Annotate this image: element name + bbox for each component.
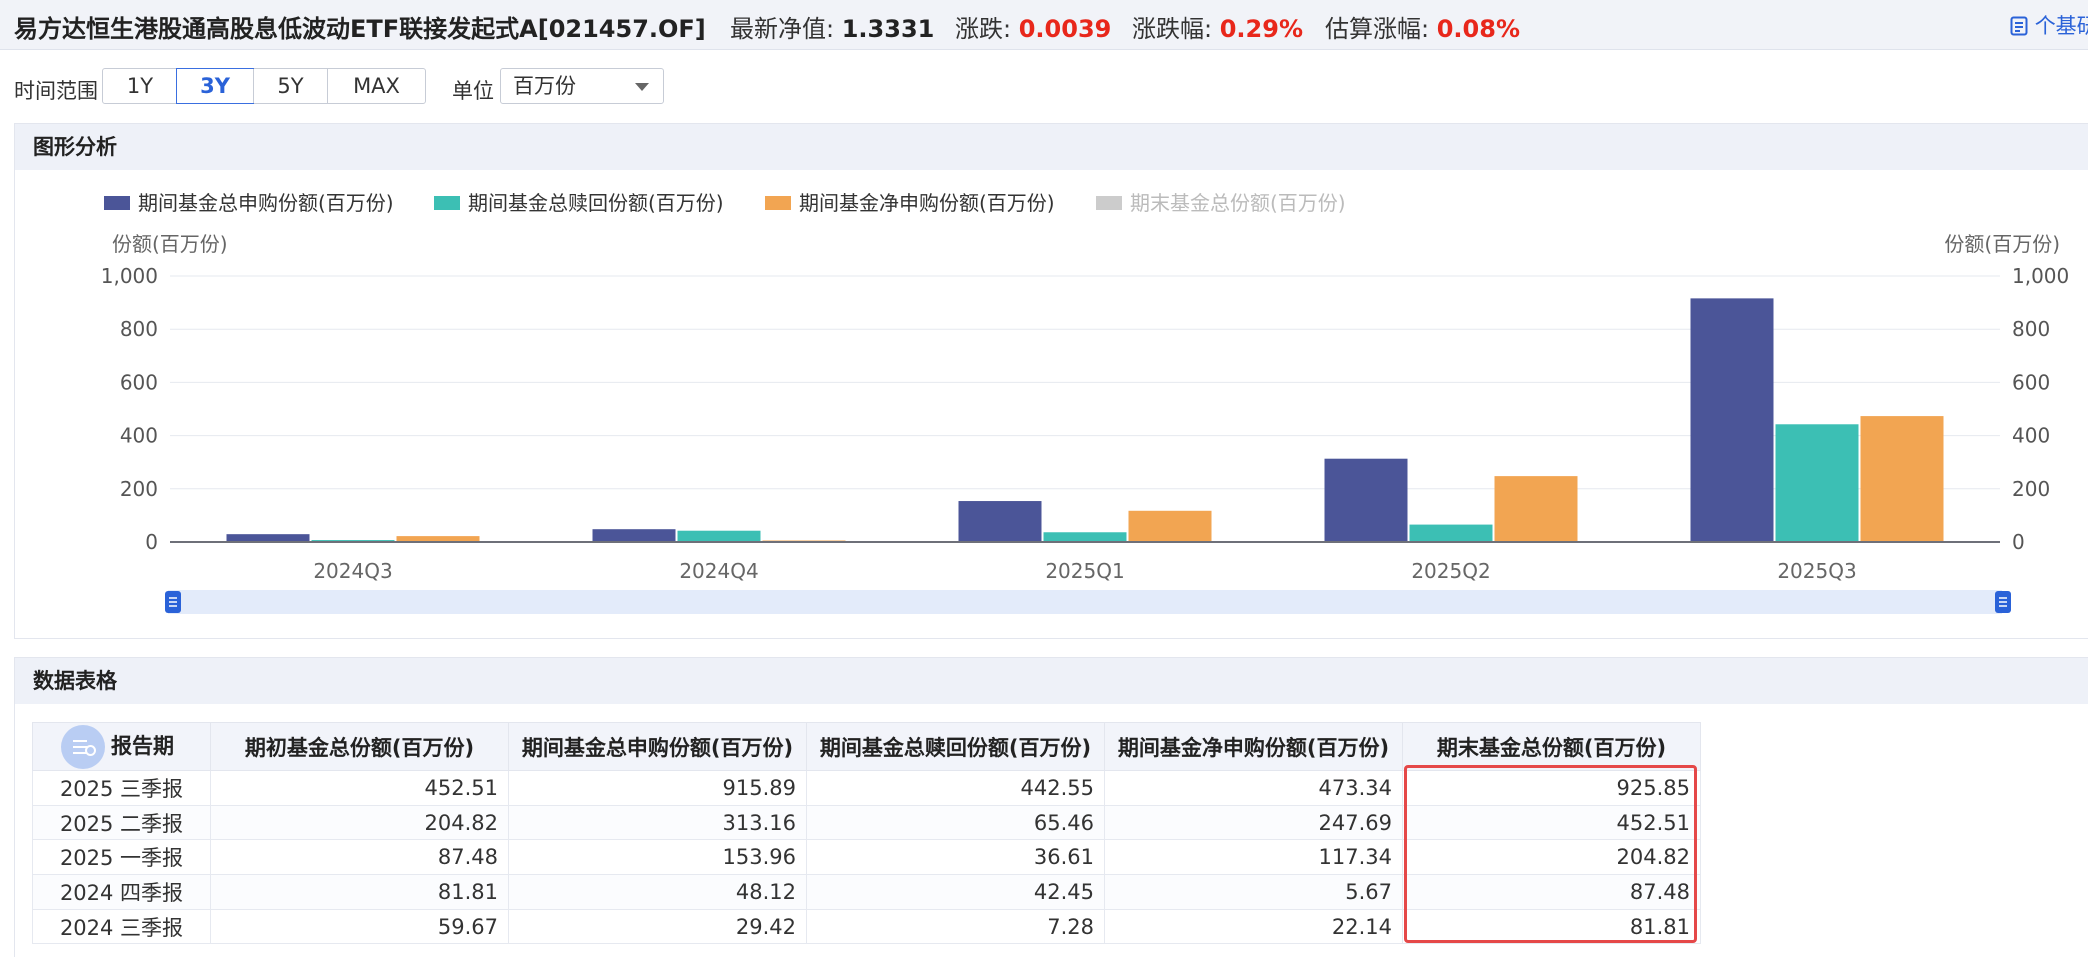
zoom-slider-track[interactable] [168,590,2002,614]
table-cell: 81.81 [210,874,509,910]
table-header-period: 报告期 [32,722,211,771]
bar [1690,298,1774,542]
table-header-end: 期末基金总份额(百万份) [1402,722,1701,771]
bar [1128,510,1212,542]
table-cell: 452.51 [1402,804,1701,841]
table-cell: 48.12 [508,874,807,910]
y-tick-label-left: 800 [120,317,158,341]
table-header-net: 期间基金净申购份额(百万份) [1104,722,1403,771]
table-cell: 81.81 [1402,908,1701,945]
table-cell: 2025 三季报 [32,770,211,806]
table-cell: 2024 三季报 [32,908,211,945]
table-cell: 29.42 [508,908,807,945]
y-axis-label-right: 份额(百万份) [1944,232,2060,256]
table-cell: 5.67 [1104,874,1403,910]
y-tick-label-left: 1,000 [101,264,158,288]
y-tick-label-left: 0 [145,530,158,554]
chart-bars [226,298,1944,542]
table-cell: 915.89 [508,770,807,806]
table-cell: 36.61 [806,839,1105,876]
bar [226,534,310,542]
bar [1043,532,1127,542]
legend-item[interactable]: 期间基金总申购份额(百万份) [104,191,394,215]
legend-label: 期末基金总份额(百万份) [1130,191,1346,215]
table-cell: 7.28 [806,908,1105,945]
bar [592,529,676,542]
table-filter-icon[interactable] [61,724,105,769]
table-row: 2025 一季报 87.48 153.96 36.61 117.34 204.8… [32,839,1701,876]
x-axis: 2024Q3 2024Q4 2025Q1 2025Q2 2025Q3 [313,559,1856,583]
y-tick-label-right: 0 [2012,530,2025,554]
chart-legend: 期间基金总申购份额(百万份) 期间基金总赎回份额(百万份) 期间基金净申购份额(百万… [104,191,1346,215]
legend-item[interactable]: 期末基金总份额(百万份) [1096,191,1346,215]
table-row: 2025 二季报 204.82 313.16 65.46 247.69 452.… [32,804,1701,841]
table-row: 2025 三季报 452.51 915.89 442.55 473.34 925… [32,770,1701,806]
table-cell: 313.16 [508,804,807,841]
y-tick-label-left: 400 [120,424,158,448]
table-cell: 2025 一季报 [32,839,211,876]
table-panel-title: 数据表格 [15,658,2088,704]
table-header-label: 报告期 [111,733,174,758]
table-cell: 65.46 [806,804,1105,841]
table-header-subscribe: 期间基金总申购份额(百万份) [508,722,807,771]
x-tick-label: 2025Q2 [1411,559,1490,583]
table-cell: 59.67 [210,908,509,945]
table-header-row: 报告期 期初基金总份额(百万份) 期间基金总申购份额(百万份) 期间基金总赎回份… [32,722,1701,771]
table-cell: 204.82 [1402,839,1701,876]
bar [1409,524,1493,542]
table-cell: 2025 二季报 [32,804,211,841]
table-row: 2024 三季报 59.67 29.42 7.28 22.14 81.81 [32,908,1701,945]
bar [1494,476,1578,542]
y-tick-label-left: 600 [120,370,158,394]
y-axis-right: 0 200 400 600 800 1,000 [2012,264,2069,554]
y-tick-label-left: 200 [120,477,158,501]
legend-label: 期间基金总赎回份额(百万份) [468,191,724,215]
y-tick-label-right: 1,000 [2012,264,2069,288]
y-tick-label-right: 400 [2012,424,2050,448]
table-header-start: 期初基金总份额(百万份) [210,722,509,771]
legend-item[interactable]: 期间基金总赎回份额(百万份) [434,191,724,215]
table-cell: 473.34 [1104,770,1403,806]
bar [677,530,761,542]
zoom-slider[interactable] [165,590,2011,614]
y-axis-label-left: 份额(百万份) [112,232,228,256]
x-tick-label: 2024Q4 [679,559,758,583]
legend-item[interactable]: 期间基金净申购份额(百万份) [765,191,1055,215]
bar-chart: 期间基金总申购份额(百万份) 期间基金总赎回份额(百万份) 期间基金净申购份额(百万… [101,191,2069,614]
table-cell: 87.48 [1402,874,1701,910]
table-header-redeem: 期间基金总赎回份额(百万份) [806,722,1105,771]
table-cell: 87.48 [210,839,509,876]
y-axis-left: 0 200 400 600 800 1,000 [101,264,158,554]
table-cell: 2024 四季报 [32,874,211,910]
legend-swatch [765,196,791,210]
table-cell: 42.45 [806,874,1105,910]
data-table: 报告期 期初基金总份额(百万份) 期间基金总申购份额(百万份) 期间基金总赎回份… [32,722,1701,945]
bar [1860,416,1944,542]
table-cell: 442.55 [806,770,1105,806]
x-tick-label: 2025Q1 [1045,559,1124,583]
table-cell: 247.69 [1104,804,1403,841]
table-row: 2024 四季报 81.81 48.12 42.45 5.67 87.48 [32,874,1701,910]
y-tick-label-right: 800 [2012,317,2050,341]
legend-label: 期间基金总申购份额(百万份) [138,191,394,215]
bar [958,501,1042,542]
y-tick-label-right: 600 [2012,370,2050,394]
table-cell: 22.14 [1104,908,1403,945]
table-cell: 452.51 [210,770,509,806]
legend-swatch [1096,196,1122,210]
x-tick-label: 2025Q3 [1777,559,1856,583]
table-cell: 925.85 [1402,770,1701,806]
table-cell: 117.34 [1104,839,1403,876]
bar [1775,424,1859,542]
table-cell: 153.96 [508,839,807,876]
y-tick-label-right: 200 [2012,477,2050,501]
table-cell: 204.82 [210,804,509,841]
x-tick-label: 2024Q3 [313,559,392,583]
bar [1324,458,1408,542]
legend-swatch [434,196,460,210]
legend-label: 期间基金净申购份额(百万份) [799,191,1055,215]
legend-swatch [104,196,130,210]
